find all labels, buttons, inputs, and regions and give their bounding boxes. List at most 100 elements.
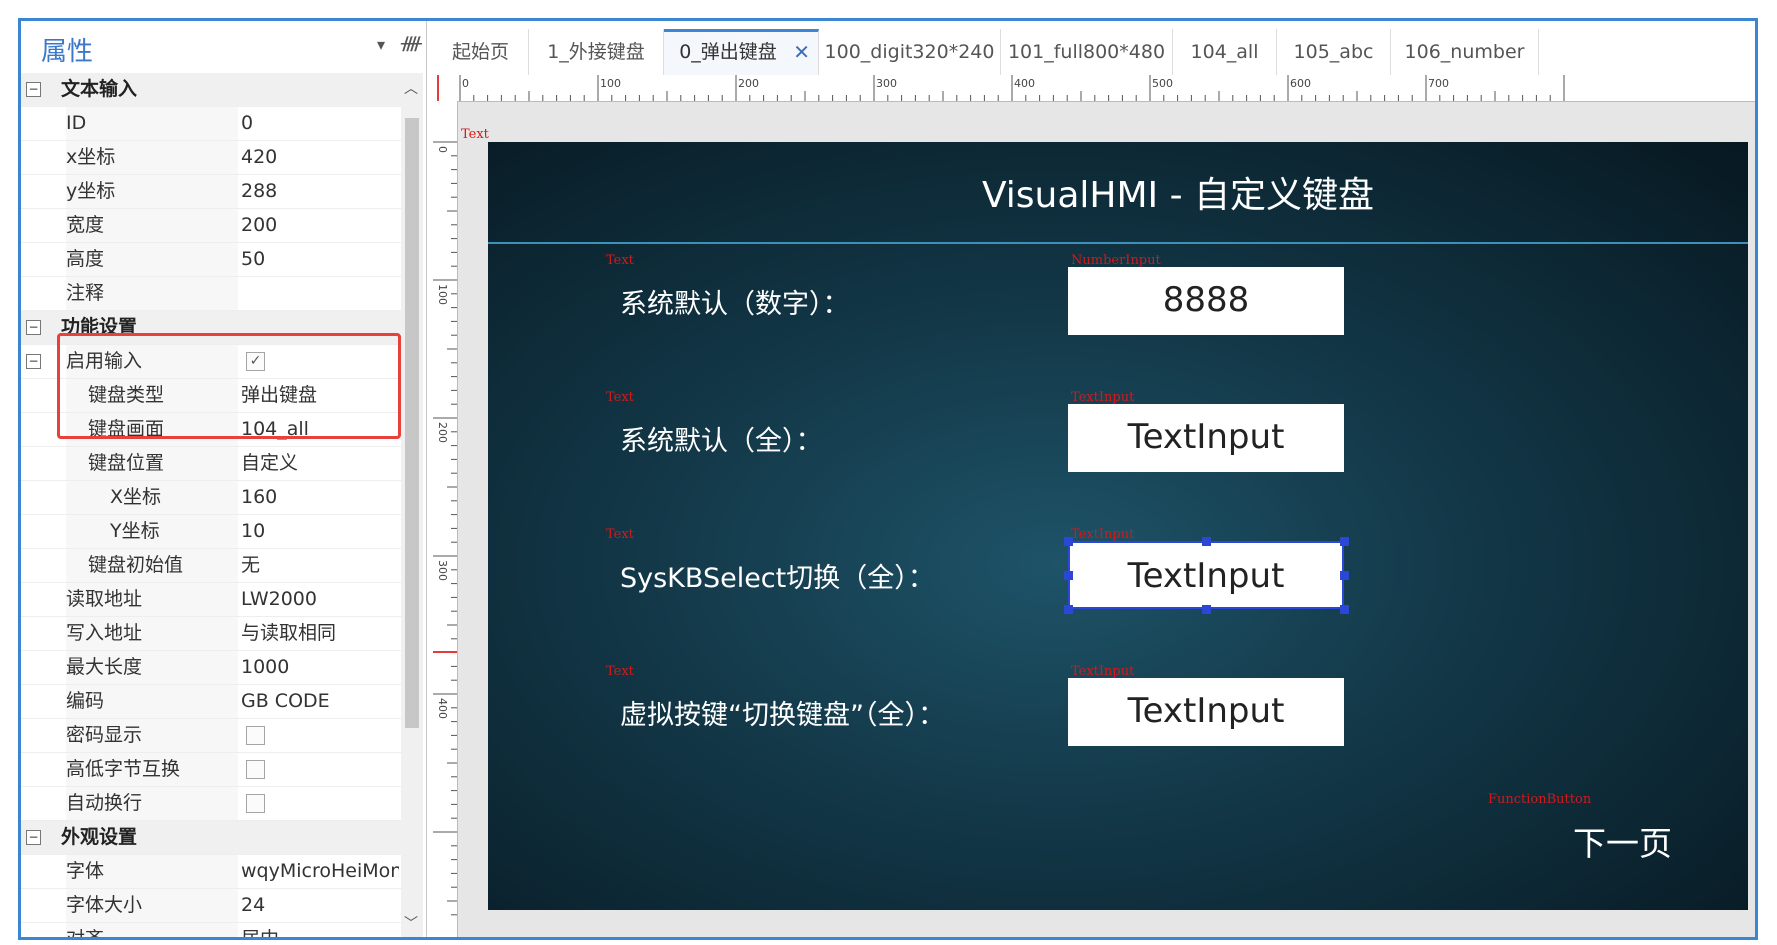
property-row[interactable]: 注释 <box>21 277 401 311</box>
tab-2[interactable]: 1_外接键盘 <box>529 29 664 75</box>
property-label: 外观设置 <box>61 826 138 848</box>
canvas-label[interactable]: 虚拟按键“切换键盘”（全）： <box>620 693 945 732</box>
scrollbar-thumb[interactable] <box>405 118 419 728</box>
tab-7[interactable]: 105_abc <box>1277 29 1391 75</box>
property-row[interactable]: Y坐标 10 <box>21 515 401 549</box>
property-row[interactable]: 字体大小 24 <box>21 889 401 923</box>
property-label: 编码 <box>66 685 238 718</box>
property-value[interactable]: 200 <box>241 209 399 242</box>
properties-scrollbar[interactable]: ︿ ﹀ <box>401 73 423 937</box>
property-row[interactable]: x坐标 420 <box>21 141 401 175</box>
property-value[interactable]: 50 <box>241 243 399 276</box>
tab-label: 0_弹出键盘 <box>679 41 777 63</box>
property-checkbox[interactable] <box>246 726 265 745</box>
tab-4[interactable]: 100_digit320*240 <box>819 29 1001 75</box>
property-row[interactable]: 读取地址 LW2000 <box>21 583 401 617</box>
tab-3[interactable]: 0_弹出键盘 ✕ <box>664 29 819 75</box>
property-label: X坐标 <box>66 481 238 514</box>
property-value[interactable]: 无 <box>241 549 399 582</box>
property-value[interactable]: 居中 <box>241 923 399 937</box>
property-category[interactable]: − 文本输入 <box>21 73 401 107</box>
property-row[interactable]: X坐标 160 <box>21 481 401 515</box>
tab-label: 100_digit320*240 <box>824 41 995 63</box>
property-checkbox[interactable] <box>246 760 265 779</box>
tab-label: 104_all <box>1190 41 1259 63</box>
property-row[interactable]: 高低字节互换 <box>21 753 401 787</box>
tab-label: 起始页 <box>451 41 509 63</box>
canvas-label[interactable]: 系统默认（全）： <box>620 419 823 458</box>
property-category[interactable]: − 外观设置 <box>21 821 401 855</box>
property-value[interactable] <box>241 277 399 310</box>
property-label: 写入地址 <box>66 617 238 650</box>
property-value[interactable]: 288 <box>241 175 399 208</box>
scroll-down-icon[interactable]: ﹀ <box>404 913 418 933</box>
property-value[interactable]: 24 <box>241 889 399 922</box>
property-row[interactable]: 密码显示 <box>21 719 401 753</box>
canvas-title[interactable]: VisualHMI - 自定义键盘 <box>488 166 1748 218</box>
property-label: 注释 <box>66 277 238 310</box>
property-row[interactable]: 对齐 居中 <box>21 923 401 937</box>
input-tag: NumberInput <box>1071 253 1161 268</box>
property-row[interactable]: 字体 wqyMicroHeiMono <box>21 855 401 889</box>
property-row[interactable]: 最大长度 1000 <box>21 651 401 685</box>
next-page-button[interactable]: 下一页 <box>1573 817 1672 865</box>
property-row[interactable]: ID 0 <box>21 107 401 141</box>
property-value[interactable]: LW2000 <box>241 583 399 616</box>
text-input[interactable]: TextInput <box>1068 678 1344 746</box>
canvas-label[interactable]: SysKBSelect切换（全）： <box>620 556 935 595</box>
ruler-label: 400 <box>1014 77 1035 90</box>
close-tab-icon[interactable]: ✕ <box>793 32 810 72</box>
property-label: 自动换行 <box>66 787 238 820</box>
property-value[interactable]: wqyMicroHeiMono <box>241 855 399 888</box>
resize-handle[interactable] <box>1202 537 1211 546</box>
hmi-canvas[interactable]: VisualHMI - 自定义键盘 FunctionButton 下一页 Tex… <box>488 142 1748 910</box>
property-value[interactable]: 10 <box>241 515 399 548</box>
tab-1[interactable]: 起始页 <box>433 29 529 75</box>
resize-handle[interactable] <box>1064 605 1073 614</box>
text-input[interactable]: TextInput <box>1068 404 1344 472</box>
property-row[interactable]: −键盘位置自定义 <box>21 447 401 481</box>
tab-8[interactable]: 106_number <box>1391 29 1539 75</box>
collapse-toggle-icon[interactable]: − <box>26 354 41 369</box>
resize-handle[interactable] <box>1064 537 1073 546</box>
resize-handle[interactable] <box>1202 605 1211 614</box>
resize-handle[interactable] <box>1340 605 1349 614</box>
property-label: y坐标 <box>66 175 238 208</box>
resize-handle[interactable] <box>1340 571 1349 580</box>
property-value[interactable]: 0 <box>241 107 399 140</box>
tab-label: 1_外接键盘 <box>547 41 645 63</box>
property-row[interactable]: 写入地址 与读取相同 <box>21 617 401 651</box>
ruler-label: 300 <box>436 560 449 581</box>
property-value[interactable]: 与读取相同 <box>241 617 399 650</box>
text-input[interactable]: TextInput <box>1068 541 1344 609</box>
property-checkbox[interactable] <box>246 794 265 813</box>
property-value[interactable]: 420 <box>241 141 399 174</box>
tab-6[interactable]: 104_all <box>1173 29 1277 75</box>
property-row[interactable]: 高度 50 <box>21 243 401 277</box>
number-input[interactable]: 8888 <box>1068 267 1344 335</box>
dropdown-arrow-icon[interactable]: ▾ <box>377 35 385 54</box>
collapse-toggle-icon[interactable]: − <box>26 82 41 97</box>
property-value[interactable]: GB CODE <box>241 685 399 718</box>
ruler-label: 700 <box>1428 77 1449 90</box>
property-label: 宽度 <box>66 209 238 242</box>
property-value[interactable]: 自定义 <box>241 447 399 480</box>
property-row[interactable]: y坐标 288 <box>21 175 401 209</box>
collapse-toggle-icon[interactable]: − <box>26 830 41 845</box>
canvas-label[interactable]: 系统默认（数字）： <box>620 282 850 321</box>
property-row[interactable]: 键盘初始值无 <box>21 549 401 583</box>
property-value[interactable]: 160 <box>241 481 399 514</box>
resize-handle[interactable] <box>1340 537 1349 546</box>
property-row[interactable]: 宽度 200 <box>21 209 401 243</box>
resize-handle[interactable] <box>1064 571 1073 580</box>
input-tag: TextInput <box>1071 390 1135 405</box>
scroll-up-icon[interactable]: ︿ <box>404 78 418 98</box>
tab-5[interactable]: 101_full800*480 <box>1001 29 1173 75</box>
property-row[interactable]: 编码 GB CODE <box>21 685 401 719</box>
app-window: 属性 ▾ ᚎ − 文本输入 ID 0 x坐标 420 y坐标 288 宽度 200 高度 50 注释 − 功… <box>18 18 1758 940</box>
property-value[interactable]: 1000 <box>241 651 399 684</box>
pin-icon[interactable]: ᚎ <box>401 33 422 54</box>
property-row[interactable]: 自动换行 <box>21 787 401 821</box>
property-label: 高度 <box>66 243 238 276</box>
collapse-toggle-icon[interactable]: − <box>26 320 41 335</box>
